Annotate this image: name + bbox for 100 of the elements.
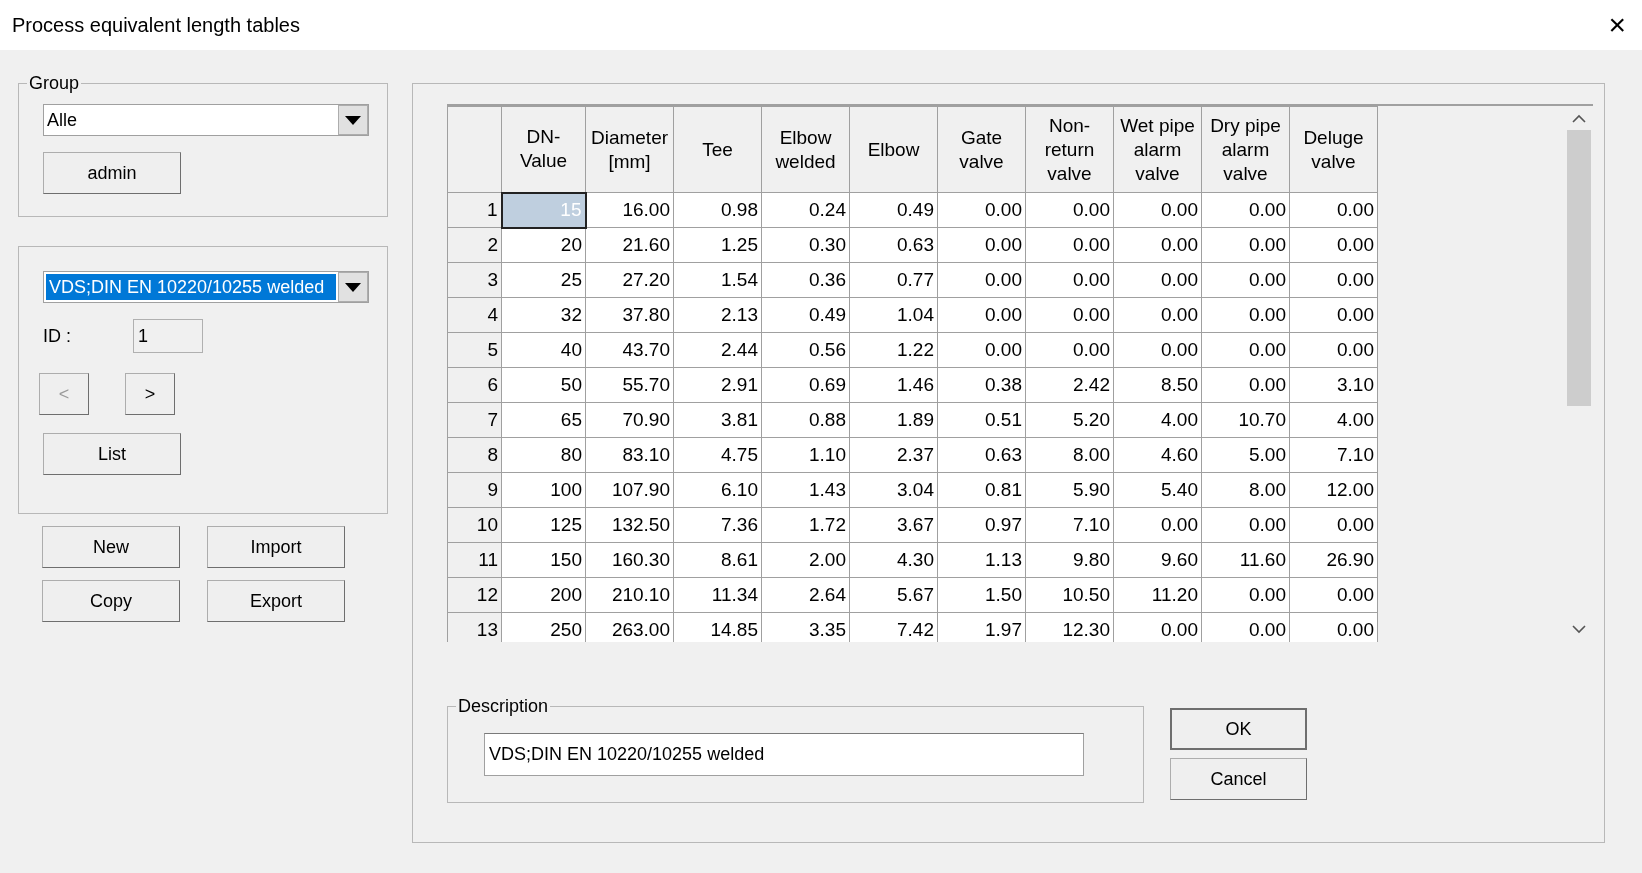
table-cell: 3.35 (761, 612, 850, 642)
id-field[interactable]: 1 (133, 319, 203, 353)
table-cell: 107.90 (585, 472, 674, 508)
table-cell: 3.67 (849, 507, 938, 543)
row-header: 2 (447, 227, 502, 263)
column-header: Diameter [mm] (585, 106, 674, 193)
table-cell: 0.00 (937, 192, 1026, 228)
table-cell: 2.91 (673, 367, 762, 403)
scroll-down-icon[interactable] (1572, 624, 1586, 634)
table-cell: 0.00 (1201, 227, 1290, 263)
table-cell: 2.64 (761, 577, 850, 613)
column-header: Deluge valve (1289, 106, 1378, 193)
table-cell: 65 (501, 402, 586, 438)
table-cell: 0.49 (849, 192, 938, 228)
table-cell: 1.04 (849, 297, 938, 333)
table-cell: 40 (501, 332, 586, 368)
action-button[interactable]: Import (207, 526, 345, 568)
table-cell: 4.60 (1113, 437, 1202, 473)
table-cell: 0.00 (1113, 612, 1202, 642)
id-label: ID : (43, 324, 72, 348)
table-cell: 3.81 (673, 402, 762, 438)
table-cell: 7.10 (1025, 507, 1114, 543)
table-cell: 14.85 (673, 612, 762, 642)
action-button[interactable]: New (42, 526, 180, 568)
cancel-button[interactable]: Cancel (1170, 758, 1307, 800)
table-cell: 1.22 (849, 332, 938, 368)
table-cell: 4.30 (849, 542, 938, 578)
table-cell: 0.97 (937, 507, 1026, 543)
table-cell: 0.00 (937, 227, 1026, 263)
row-header: 3 (447, 262, 502, 298)
table-cell: 12.30 (1025, 612, 1114, 642)
column-header: Non- return valve (1025, 106, 1114, 193)
table-cell: 9.80 (1025, 542, 1114, 578)
row-header: 1 (447, 192, 502, 228)
row-header: 4 (447, 297, 502, 333)
table-cell: 9.60 (1113, 542, 1202, 578)
table-cell: 21.60 (585, 227, 674, 263)
table-cell: 1.72 (761, 507, 850, 543)
table-cell: 0.77 (849, 262, 938, 298)
admin-button[interactable]: admin (43, 152, 181, 194)
ok-button[interactable]: OK (1170, 708, 1307, 750)
table-cell: 1.89 (849, 402, 938, 438)
table-cell: 0.00 (1201, 612, 1290, 642)
column-header: Gate valve (937, 106, 1026, 193)
action-button[interactable]: Copy (42, 580, 180, 622)
table-cell: 0.00 (1113, 297, 1202, 333)
table-cell: 0.00 (937, 297, 1026, 333)
column-header: Tee (673, 106, 762, 193)
column-header: Elbow (849, 106, 938, 193)
table-cell: 5.67 (849, 577, 938, 613)
table-cell: 100 (501, 472, 586, 508)
dropdown-arrow-icon[interactable] (345, 115, 361, 125)
close-button[interactable]: × (1604, 10, 1630, 40)
table-cell: 80 (501, 437, 586, 473)
table-cell: 160.30 (585, 542, 674, 578)
table-cell: 50 (501, 367, 586, 403)
table-cell: 4.75 (673, 437, 762, 473)
table-cell: 0.00 (1025, 262, 1114, 298)
table-cell: 12.00 (1289, 472, 1378, 508)
column-header: Dry pipe alarm valve (1201, 106, 1290, 193)
table-cell: 200 (501, 577, 586, 613)
table-cell: 0.00 (937, 332, 1026, 368)
table-cell: 43.70 (585, 332, 674, 368)
group-dropdown[interactable]: Alle (43, 104, 369, 136)
table-cell: 4.00 (1289, 402, 1378, 438)
table-cell: 8.50 (1113, 367, 1202, 403)
table-dropdown[interactable]: VDS;DIN EN 10220/10255 welded (43, 271, 369, 303)
description-field[interactable]: VDS;DIN EN 10220/10255 welded (484, 733, 1084, 776)
action-button[interactable]: Export (207, 580, 345, 622)
table-cell: 7.10 (1289, 437, 1378, 473)
table-cell: 0.00 (1113, 192, 1202, 228)
table-cell: 1.97 (937, 612, 1026, 642)
table-cell: 5.20 (1025, 402, 1114, 438)
table-cell: 0.00 (1113, 227, 1202, 263)
row-header: 9 (447, 472, 502, 508)
table-cell: 0.00 (1025, 297, 1114, 333)
column-header: DN- Value (501, 106, 586, 193)
table-cell: 2.13 (673, 297, 762, 333)
list-button[interactable]: List (43, 433, 181, 475)
table-cell: 0.49 (761, 297, 850, 333)
row-header: 6 (447, 367, 502, 403)
table-cell: 0.00 (1025, 192, 1114, 228)
table-cell: 0.00 (937, 262, 1026, 298)
table-cell: 0.69 (761, 367, 850, 403)
row-header: 12 (447, 577, 502, 613)
column-header: Elbow welded (761, 106, 850, 193)
table-cell: 70.90 (585, 402, 674, 438)
scrollbar-thumb[interactable] (1567, 130, 1591, 406)
table-cell: 16.00 (585, 192, 674, 228)
dropdown-arrow-icon[interactable] (345, 282, 361, 292)
table-cell: 7.36 (673, 507, 762, 543)
table-cell: 0.51 (937, 402, 1026, 438)
table-cell: 27.20 (585, 262, 674, 298)
next-button[interactable]: > (125, 373, 175, 415)
table-cell: 2.00 (761, 542, 850, 578)
table-cell: 0.00 (1201, 262, 1290, 298)
table-cell: 20 (501, 227, 586, 263)
scroll-up-icon[interactable] (1572, 114, 1586, 124)
table-cell: 0.00 (1201, 297, 1290, 333)
table-cell: 3.04 (849, 472, 938, 508)
